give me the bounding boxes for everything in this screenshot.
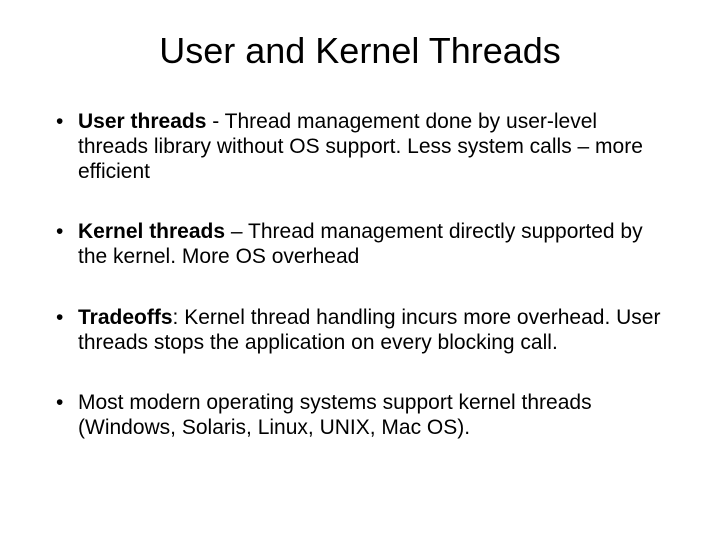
bullet-item: Most modern operating systems support ke… <box>50 391 670 441</box>
bullet-bold-lead: Tradeoffs <box>78 306 173 329</box>
bullet-bold-lead: User threads <box>78 110 206 133</box>
bullet-item: Tradeoffs: Kernel thread handling incurs… <box>50 306 670 356</box>
bullet-list: User threads - Thread management done by… <box>50 110 670 441</box>
bullet-bold-lead: Kernel threads <box>78 220 225 243</box>
bullet-item: User threads - Thread management done by… <box>50 110 670 184</box>
bullet-item: Kernel threads – Thread management direc… <box>50 220 670 270</box>
slide-title: User and Kernel Threads <box>70 30 650 72</box>
bullet-text: Most modern operating systems support ke… <box>78 391 592 439</box>
